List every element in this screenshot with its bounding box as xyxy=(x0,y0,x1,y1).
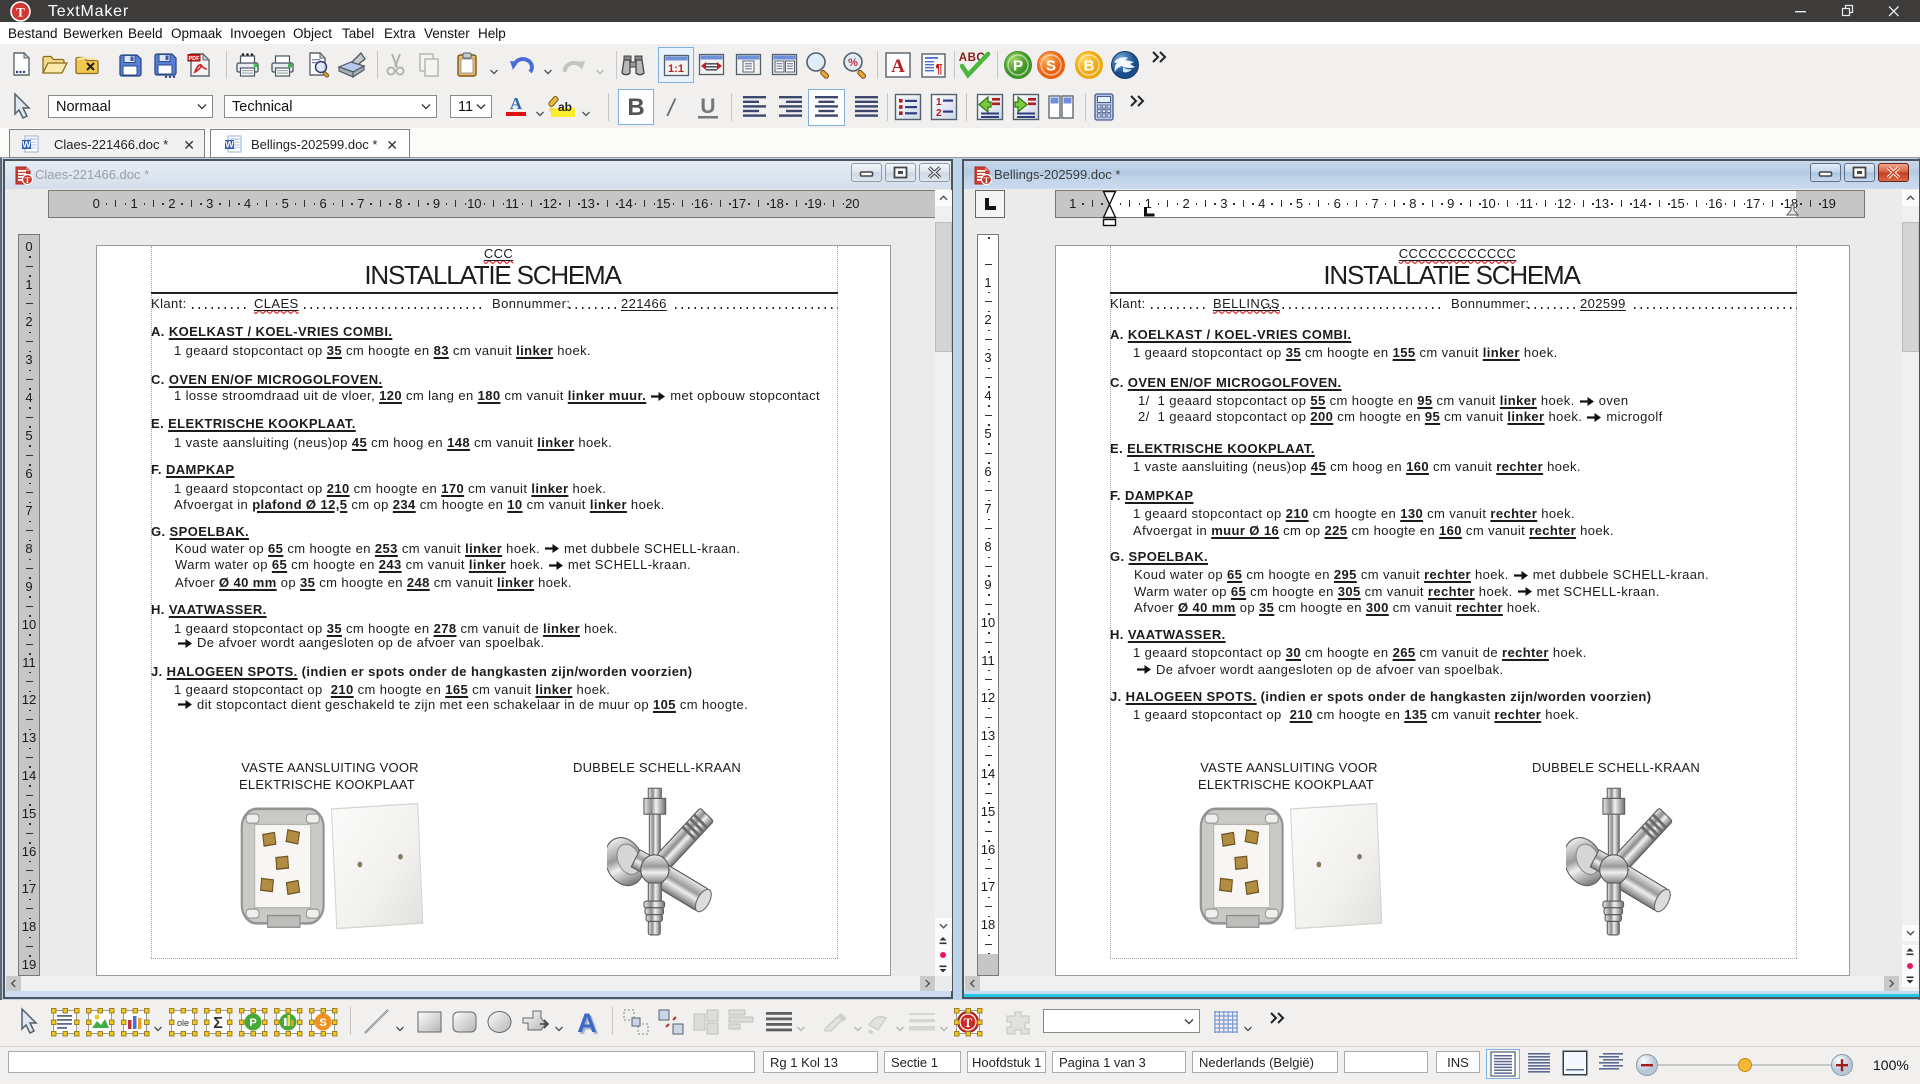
svg-text:T: T xyxy=(984,175,990,185)
svg-text:S: S xyxy=(1046,58,1056,75)
svg-text:B: B xyxy=(627,94,644,121)
svg-text:W: W xyxy=(22,139,31,149)
svg-text:1:1: 1:1 xyxy=(668,63,684,75)
svg-text:100%: 100% xyxy=(1873,1057,1909,1073)
svg-text:P: P xyxy=(249,1017,256,1029)
svg-text:P: P xyxy=(1013,58,1023,75)
svg-text:2: 2 xyxy=(936,108,942,119)
svg-text:PDF: PDF xyxy=(189,56,201,62)
svg-text:A: A xyxy=(510,94,523,113)
svg-text:T: T xyxy=(963,1015,972,1030)
svg-text:S: S xyxy=(319,1017,326,1029)
svg-text:A: A xyxy=(577,1008,597,1037)
svg-text:¶: ¶ xyxy=(935,61,942,76)
svg-text:Σ: Σ xyxy=(213,1015,223,1032)
svg-text:1: 1 xyxy=(936,97,942,108)
svg-text:U: U xyxy=(700,95,715,118)
svg-text:ole: ole xyxy=(176,1018,188,1028)
svg-text:/: / xyxy=(666,95,677,122)
svg-text:T: T xyxy=(16,5,25,20)
svg-text:%: % xyxy=(848,57,858,69)
svg-text:W: W xyxy=(225,139,234,149)
svg-text:ab: ab xyxy=(558,100,572,114)
svg-text:A: A xyxy=(891,56,905,77)
svg-text:B: B xyxy=(1084,58,1095,75)
svg-text:T: T xyxy=(25,175,31,185)
